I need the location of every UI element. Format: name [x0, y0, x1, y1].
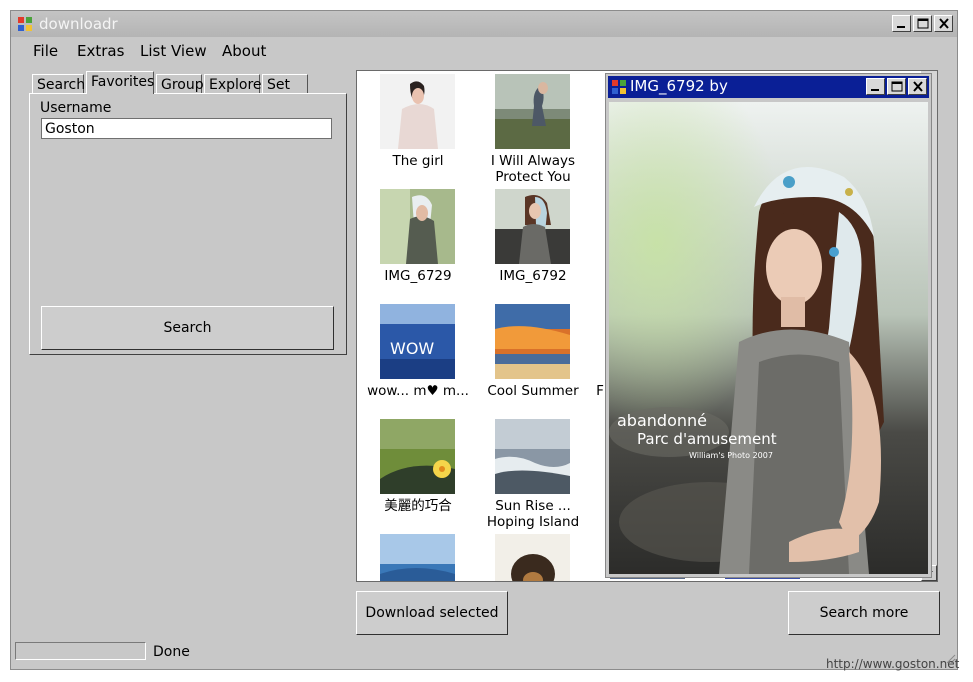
- maximize-icon: [891, 81, 903, 92]
- item-caption: Sun Rise ... Hoping Island: [486, 498, 580, 530]
- tab-search[interactable]: Search: [32, 74, 85, 94]
- thumbnail-image[interactable]: [495, 74, 570, 149]
- item-caption: The girl: [392, 153, 444, 169]
- tab-explore[interactable]: Explore: [204, 74, 262, 94]
- username-input[interactable]: [41, 118, 332, 139]
- search-button[interactable]: Search: [41, 306, 334, 350]
- menu-list-view[interactable]: List View: [140, 42, 207, 60]
- maximize-icon: [917, 18, 929, 29]
- item-caption: 美麗的巧合: [384, 498, 452, 514]
- minimize-icon: [871, 89, 879, 91]
- download-selected-button[interactable]: Download selected: [356, 591, 508, 635]
- thumbnail-image[interactable]: [380, 189, 455, 264]
- photo-watermark-line2: Parc d'amusement: [637, 430, 777, 448]
- preview-title-bar[interactable]: IMG_6792 by: [608, 76, 929, 98]
- image-preview-window: IMG_6792 by abandonné Parc d'amusement W…: [605, 73, 932, 578]
- thumbnail-image[interactable]: [495, 189, 570, 264]
- menu-file[interactable]: File: [33, 42, 58, 60]
- tab-favorites[interactable]: Favorites: [86, 71, 154, 94]
- thumbnail-image[interactable]: [495, 419, 570, 494]
- thumbnail-image[interactable]: [380, 534, 455, 582]
- item-caption: wow... m♥ m...: [367, 383, 469, 399]
- svg-text:WOW: WOW: [390, 339, 434, 358]
- close-icon: [913, 81, 923, 92]
- maximize-button[interactable]: [913, 15, 932, 32]
- item-caption: IMG_6792: [499, 268, 567, 284]
- menu-about[interactable]: About: [222, 42, 266, 60]
- preview-minimize-button[interactable]: [866, 78, 885, 95]
- title-bar: downloadr: [11, 11, 957, 37]
- window-title: downloadr: [39, 15, 118, 33]
- photo-watermark-line1: abandonné: [617, 411, 707, 430]
- preview-title: IMG_6792 by: [630, 77, 728, 95]
- search-more-button[interactable]: Search more: [788, 591, 940, 635]
- thumbnail-image[interactable]: [495, 534, 570, 582]
- minimize-icon: [897, 26, 905, 28]
- app-icon: [612, 80, 626, 94]
- item-caption: I Will Always Protect You: [490, 153, 576, 185]
- close-button[interactable]: [934, 15, 953, 32]
- item-caption-partial: F: [596, 383, 604, 399]
- username-label: Username: [40, 100, 112, 116]
- menu-extras[interactable]: Extras: [77, 42, 124, 60]
- thumbnail-image[interactable]: [380, 74, 455, 149]
- close-icon: [939, 18, 949, 29]
- app-icon: [18, 17, 32, 31]
- thumbnail-image[interactable]: [495, 304, 570, 379]
- menu-bar: File Extras List View About: [11, 38, 957, 64]
- thumbnail-image[interactable]: WOW: [380, 304, 455, 379]
- photo-watermark-line3: William's Photo 2007: [689, 451, 773, 460]
- tab-group[interactable]: Group: [156, 74, 204, 94]
- preview-photo: abandonné Parc d'amusement William's Pho…: [609, 102, 928, 574]
- thumbnail-image[interactable]: [380, 419, 455, 494]
- preview-maximize-button[interactable]: [887, 78, 906, 95]
- preview-close-button[interactable]: [908, 78, 927, 95]
- status-text: Done: [153, 644, 190, 660]
- footer-watermark: http://www.goston.net: [826, 657, 960, 671]
- minimize-button[interactable]: [892, 15, 911, 32]
- item-caption: IMG_6729: [384, 268, 452, 284]
- tab-set[interactable]: Set: [262, 74, 308, 94]
- progress-bar: [15, 642, 146, 660]
- item-caption: Cool Summer: [487, 383, 579, 399]
